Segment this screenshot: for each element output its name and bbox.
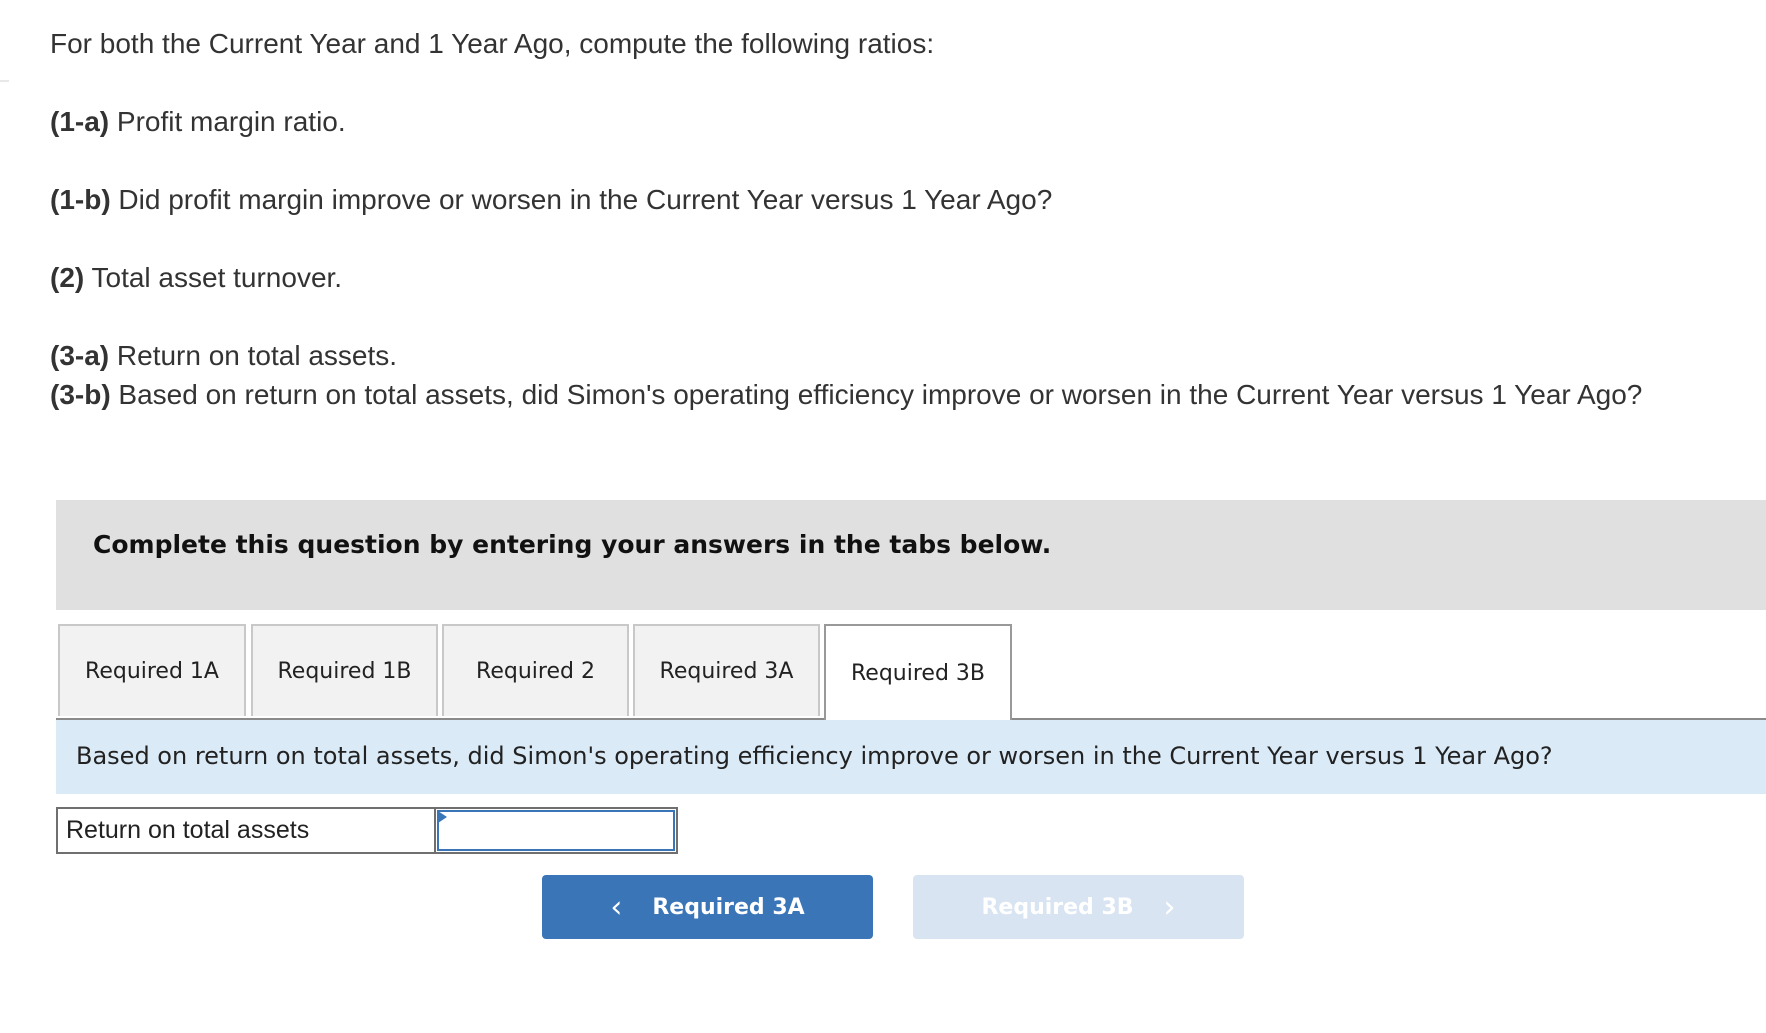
question-part-3b: (3-b) Based on return on total assets, d…	[50, 376, 1760, 414]
part-label: (3-b)	[50, 379, 111, 410]
part-text: Did profit margin improve or worsen in t…	[110, 184, 1053, 215]
question-part-1a: (1-a) Profit margin ratio.	[50, 103, 346, 141]
tab-required-2[interactable]: Required 2	[442, 624, 629, 716]
dropdown-flag-icon	[438, 811, 447, 823]
instructions-text: Complete this question by entering your …	[93, 530, 1052, 559]
tab-bar: Required 1A Required 1B Required 2 Requi…	[58, 624, 1766, 720]
chevron-left-icon: ‹	[610, 889, 623, 925]
instructions-box: Complete this question by entering your …	[56, 500, 1766, 610]
question-part-1b: (1-b) Did profit margin improve or worse…	[50, 181, 1052, 219]
tab-question-bar: Based on return on total assets, did Sim…	[56, 720, 1766, 794]
part-label: (1-a)	[50, 106, 110, 137]
next-tab-button[interactable]: Required 3B ›	[913, 875, 1244, 939]
question-part-2: (2) Total asset turnover.	[50, 259, 342, 297]
chevron-right-icon: ›	[1163, 889, 1176, 925]
part-text: Profit margin ratio.	[109, 106, 346, 137]
answer-row-label: Return on total assets	[56, 807, 436, 854]
part-label: (1-b)	[50, 184, 111, 215]
answer-dropdown[interactable]	[434, 807, 678, 854]
tab-required-1a[interactable]: Required 1A	[58, 624, 246, 716]
part-label: (2)	[50, 262, 85, 293]
dropdown-focus-ring	[437, 810, 675, 851]
part-text: Return on total assets.	[109, 340, 398, 371]
prev-button-label: Required 3A	[652, 894, 805, 920]
tab-required-1b[interactable]: Required 1B	[251, 624, 438, 716]
part-text: Based on return on total assets, did Sim…	[110, 379, 1643, 410]
prev-tab-button[interactable]: ‹ Required 3A	[542, 875, 873, 939]
tab-required-3a[interactable]: Required 3A	[633, 624, 820, 716]
tab-question-text: Based on return on total assets, did Sim…	[76, 742, 1553, 770]
edge-marker	[0, 80, 9, 82]
question-part-3a: (3-a) Return on total assets.	[50, 337, 397, 375]
question-intro: For both the Current Year and 1 Year Ago…	[50, 28, 935, 59]
next-button-label: Required 3B	[981, 894, 1134, 920]
part-text: Total asset turnover.	[84, 262, 343, 293]
tab-required-3b[interactable]: Required 3B	[824, 624, 1012, 720]
part-label: (3-a)	[50, 340, 110, 371]
